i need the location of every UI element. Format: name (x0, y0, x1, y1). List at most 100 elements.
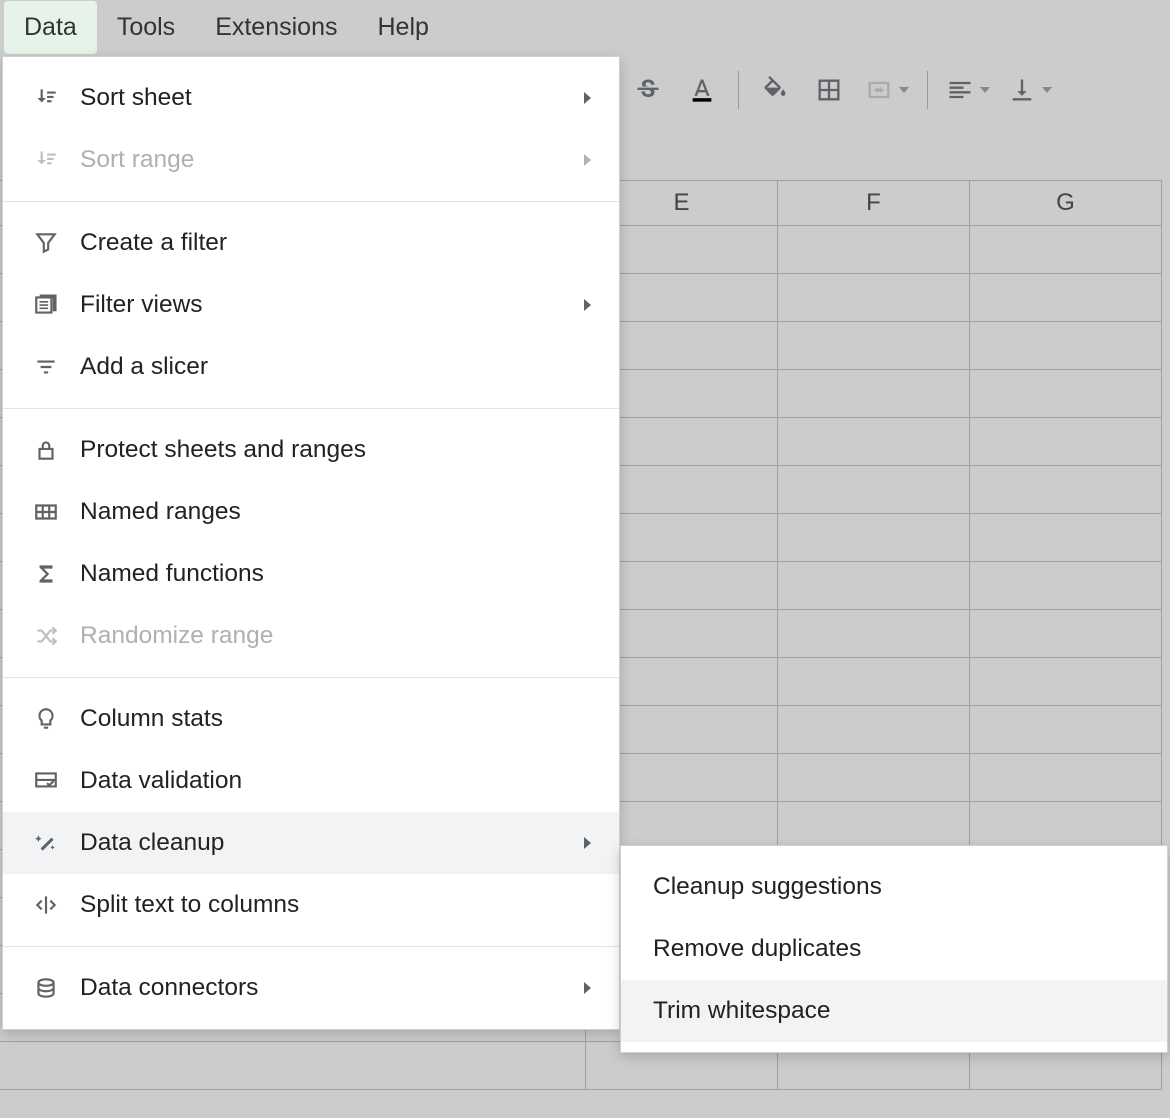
menu-separator (3, 408, 619, 409)
cell[interactable] (0, 1042, 586, 1090)
menu-item-data-validation[interactable]: Data validation (3, 750, 619, 812)
menu-item-protect[interactable]: Protect sheets and ranges (3, 419, 619, 481)
toolbar-separator (927, 71, 928, 109)
cell[interactable] (778, 802, 970, 850)
cell[interactable] (970, 226, 1162, 274)
cell[interactable] (778, 226, 970, 274)
cell[interactable] (970, 514, 1162, 562)
menu-item-label: Protect sheets and ranges (80, 436, 591, 464)
cell[interactable] (970, 562, 1162, 610)
menu-item-label: Data cleanup (80, 829, 584, 857)
strikethrough-icon (634, 76, 662, 104)
valign-bottom-icon (1008, 76, 1036, 104)
cell[interactable] (970, 322, 1162, 370)
chevron-down-icon (980, 87, 990, 93)
column-header-g[interactable]: G (970, 180, 1162, 226)
cell[interactable] (970, 802, 1162, 850)
shuffle-icon (31, 621, 61, 651)
cell[interactable] (778, 466, 970, 514)
chevron-right-icon (584, 982, 591, 994)
cell[interactable] (970, 466, 1162, 514)
filter-icon (31, 228, 61, 258)
named-ranges-icon (31, 497, 61, 527)
menubar-item-extensions[interactable]: Extensions (195, 1, 357, 54)
menu-item-label: Sort sheet (80, 84, 584, 112)
menu-item-label: Split text to columns (80, 891, 591, 919)
menu-item-column-stats[interactable]: Column stats (3, 688, 619, 750)
menu-item-filter-views[interactable]: Filter views (3, 274, 619, 336)
menu-item-data-connectors[interactable]: Data connectors (3, 957, 619, 1019)
cell[interactable] (970, 754, 1162, 802)
cell[interactable] (778, 370, 970, 418)
toolbar-separator (738, 71, 739, 109)
fill-color-button[interactable] (757, 72, 793, 108)
merge-cells-button[interactable] (865, 76, 909, 104)
chevron-right-icon (584, 299, 591, 311)
submenu-item-trim-whitespace[interactable]: Trim whitespace (621, 980, 1167, 1042)
submenu-item-label: Remove duplicates (653, 935, 861, 963)
text-color-icon (688, 76, 716, 104)
cell[interactable] (970, 274, 1162, 322)
vertical-align-button[interactable] (1008, 76, 1052, 104)
menubar: Data Tools Extensions Help (0, 0, 1170, 54)
cell[interactable] (970, 610, 1162, 658)
cell[interactable] (778, 610, 970, 658)
submenu-item-remove-duplicates[interactable]: Remove duplicates (621, 918, 1167, 980)
menu-item-create-filter[interactable]: Create a filter (3, 212, 619, 274)
cell[interactable] (778, 706, 970, 754)
menu-item-add-slicer[interactable]: Add a slicer (3, 336, 619, 398)
menu-item-label: Column stats (80, 705, 591, 733)
cell[interactable] (778, 514, 970, 562)
submenu-item-cleanup-suggestions[interactable]: Cleanup suggestions (621, 856, 1167, 918)
menubar-item-tools[interactable]: Tools (97, 1, 195, 54)
bulb-icon (31, 704, 61, 734)
cell[interactable] (970, 658, 1162, 706)
column-header-f[interactable]: F (778, 180, 970, 226)
submenu-item-label: Cleanup suggestions (653, 873, 882, 901)
cell[interactable] (778, 274, 970, 322)
borders-button[interactable] (811, 72, 847, 108)
menu-item-label: Named ranges (80, 498, 591, 526)
menu-item-randomize-range: Randomize range (3, 605, 619, 667)
menu-item-data-cleanup[interactable]: Data cleanup (3, 812, 619, 874)
strikethrough-button[interactable] (630, 72, 666, 108)
menu-item-sort-range: Sort range (3, 129, 619, 191)
chevron-right-icon (584, 154, 591, 166)
chevron-right-icon (584, 92, 591, 104)
fill-color-icon (761, 76, 789, 104)
menu-item-label: Sort range (80, 146, 584, 174)
cell[interactable] (778, 658, 970, 706)
menu-item-named-ranges[interactable]: Named ranges (3, 481, 619, 543)
menu-item-label: Create a filter (80, 229, 591, 257)
menubar-item-help[interactable]: Help (357, 1, 448, 54)
lock-icon (31, 435, 61, 465)
menu-item-sort-sheet[interactable]: Sort sheet (3, 67, 619, 129)
split-icon (31, 890, 61, 920)
sort-sheet-icon (31, 83, 61, 113)
submenu-item-label: Trim whitespace (653, 997, 830, 1025)
cell[interactable] (778, 754, 970, 802)
horizontal-align-button[interactable] (946, 76, 990, 104)
cell[interactable] (778, 562, 970, 610)
validation-icon (31, 766, 61, 796)
data-menu-dropdown: Sort sheet Sort range Create a filter Fi… (2, 56, 620, 1030)
chevron-right-icon (584, 837, 591, 849)
menubar-item-data[interactable]: Data (4, 1, 97, 54)
filter-views-icon (31, 290, 61, 320)
cell[interactable] (970, 706, 1162, 754)
text-color-button[interactable] (684, 72, 720, 108)
menu-item-split-text[interactable]: Split text to columns (3, 874, 619, 936)
cell[interactable] (970, 418, 1162, 466)
menu-separator (3, 677, 619, 678)
slicer-icon (31, 352, 61, 382)
cell[interactable] (778, 322, 970, 370)
menu-item-named-functions[interactable]: Named functions (3, 543, 619, 605)
menu-item-label: Data validation (80, 767, 591, 795)
cell[interactable] (970, 370, 1162, 418)
chevron-down-icon (1042, 87, 1052, 93)
merge-icon (865, 76, 893, 104)
cell[interactable] (778, 418, 970, 466)
wand-icon (31, 828, 61, 858)
sort-range-icon (31, 145, 61, 175)
borders-icon (815, 76, 843, 104)
